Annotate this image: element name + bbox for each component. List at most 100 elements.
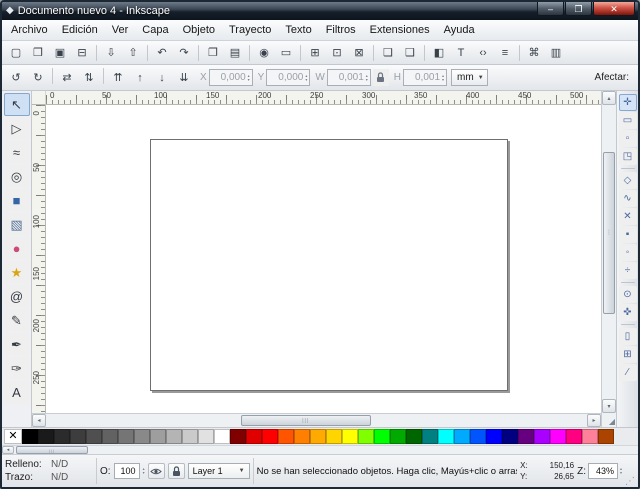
horizontal-scroll-thumb[interactable]: ||| xyxy=(241,415,371,426)
palette-swatch[interactable] xyxy=(374,429,390,444)
palette-swatch[interactable] xyxy=(294,429,310,444)
resize-grip[interactable]: ⋰ xyxy=(625,476,635,487)
palette-swatch[interactable] xyxy=(342,429,358,444)
snap-bbox-corners-icon[interactable]: ◳ xyxy=(619,148,637,165)
menu-edicion[interactable]: Edición xyxy=(55,21,105,39)
snap-rotation-centers-icon[interactable]: ✜ xyxy=(619,304,637,321)
unlink-clone-icon[interactable]: ⊠ xyxy=(349,43,369,63)
menu-ayuda[interactable]: Ayuda xyxy=(437,21,482,39)
flip-horizontal-icon[interactable]: ⇄ xyxy=(57,68,77,88)
save-document-icon[interactable]: ▣ xyxy=(50,43,70,63)
palette-swatch[interactable] xyxy=(486,429,502,444)
selector-tool[interactable]: ↖ xyxy=(4,93,30,116)
close-button[interactable]: ✕ xyxy=(593,2,635,16)
scroll-down-icon[interactable]: ▾ xyxy=(602,399,616,413)
palette-swatch[interactable] xyxy=(326,429,342,444)
palette-swatch[interactable] xyxy=(22,429,38,444)
menu-texto[interactable]: Texto xyxy=(278,21,318,39)
scroll-right-icon[interactable]: ▸ xyxy=(587,414,601,427)
snap-bbox-edges-icon[interactable]: ▫ xyxy=(619,130,637,147)
snap-smooth-nodes-icon[interactable]: ◦ xyxy=(619,244,637,261)
palette-swatch[interactable] xyxy=(310,429,326,444)
palette-scroll-thumb[interactable]: ||| xyxy=(16,446,88,454)
document-page[interactable] xyxy=(150,139,508,391)
horizontal-scroll-track[interactable]: ||| xyxy=(46,414,587,427)
undo-icon[interactable]: ↶ xyxy=(152,43,172,63)
ellipse-tool[interactable]: ● xyxy=(4,237,30,260)
palette-swatch[interactable] xyxy=(150,429,166,444)
pencil-tool[interactable]: ✎ xyxy=(4,309,30,332)
spiral-tool[interactable]: @ xyxy=(4,285,30,308)
palette-swatch[interactable] xyxy=(246,429,262,444)
palette-swatch[interactable] xyxy=(470,429,486,444)
snap-object-centers-icon[interactable]: ⊙ xyxy=(619,286,637,303)
top-ruler[interactable]: 050100150200250300350400450500 xyxy=(46,91,601,105)
box3d-tool[interactable]: ▧ xyxy=(4,213,30,236)
tweak-tool[interactable]: ≈ xyxy=(4,141,30,164)
palette-swatch[interactable] xyxy=(598,429,614,444)
group-icon[interactable]: ❏ xyxy=(378,43,398,63)
rotate-ccw-icon[interactable]: ↺ xyxy=(6,68,26,88)
palette-scroll-left-icon[interactable]: ◂ xyxy=(2,446,14,454)
x-input[interactable]: 0,000▴▾ xyxy=(209,69,253,86)
palette-scroll-track[interactable]: ||| xyxy=(14,446,638,454)
raise-to-top-icon[interactable]: ⇈ xyxy=(108,68,128,88)
palette-swatch[interactable] xyxy=(38,429,54,444)
units-dropdown[interactable]: mm ▼ xyxy=(451,69,488,86)
spinner-arrows-icon[interactable]: ▴▾ xyxy=(366,74,368,82)
menu-ver[interactable]: Ver xyxy=(105,21,136,39)
layer-visibility-eye-icon[interactable] xyxy=(148,463,165,479)
text-tool[interactable]: A xyxy=(4,381,30,404)
vertical-scroll-track[interactable]: ⋮ xyxy=(602,105,616,399)
palette-swatch[interactable] xyxy=(406,429,422,444)
snap-bbox-icon[interactable]: ▭ xyxy=(619,112,637,129)
spinner-arrows-icon[interactable]: ▴▾ xyxy=(143,467,145,475)
duplicate-icon[interactable]: ⊞ xyxy=(305,43,325,63)
palette-none-swatch[interactable]: ✕ xyxy=(4,429,22,444)
snap-page-border-icon[interactable]: ▯ xyxy=(619,328,637,345)
clone-icon[interactable]: ⊡ xyxy=(327,43,347,63)
palette-swatch[interactable] xyxy=(582,429,598,444)
opacity-input[interactable]: 100 xyxy=(114,463,140,479)
palette-swatch[interactable] xyxy=(86,429,102,444)
export-icon[interactable]: ⇧ xyxy=(123,43,143,63)
raise-icon[interactable]: ↑ xyxy=(130,68,150,88)
menu-filtros[interactable]: Filtros xyxy=(319,21,363,39)
y-input[interactable]: 0,000▴▾ xyxy=(266,69,310,86)
palette-swatch[interactable] xyxy=(198,429,214,444)
palette-swatch[interactable] xyxy=(358,429,374,444)
spinner-arrows-icon[interactable]: ▴▾ xyxy=(248,74,250,82)
menu-capa[interactable]: Capa xyxy=(135,21,175,39)
import-icon[interactable]: ⇩ xyxy=(101,43,121,63)
height-input[interactable]: 0,001▴▾ xyxy=(403,69,447,86)
snap-cusp-nodes-icon[interactable]: ▪ xyxy=(619,226,637,243)
layer-dropdown[interactable]: Layer 1 ▼ xyxy=(188,463,250,479)
document-properties-icon[interactable]: ▥ xyxy=(546,43,566,63)
calligraphy-tool[interactable]: ✑ xyxy=(4,357,30,380)
palette-swatch[interactable] xyxy=(102,429,118,444)
redo-icon[interactable]: ↷ xyxy=(174,43,194,63)
lower-to-bottom-icon[interactable]: ⇊ xyxy=(174,68,194,88)
palette-swatch[interactable] xyxy=(518,429,534,444)
paste-icon[interactable]: ▤ xyxy=(225,43,245,63)
palette-swatch[interactable] xyxy=(278,429,294,444)
star-tool[interactable]: ★ xyxy=(4,261,30,284)
palette-swatch[interactable] xyxy=(550,429,566,444)
palette-swatch[interactable] xyxy=(214,429,230,444)
palette-swatch[interactable] xyxy=(534,429,550,444)
copy-icon[interactable]: ❐ xyxy=(203,43,223,63)
vertical-scroll-thumb[interactable]: ⋮ xyxy=(603,152,615,314)
print-icon[interactable]: ⊟ xyxy=(72,43,92,63)
spinner-arrows-icon[interactable]: ▴▾ xyxy=(620,467,622,475)
palette-swatch[interactable] xyxy=(422,429,438,444)
spinner-arrows-icon[interactable]: ▴▾ xyxy=(442,74,444,82)
snap-intersections-icon[interactable]: ✕ xyxy=(619,208,637,225)
palette-swatch[interactable] xyxy=(118,429,134,444)
palette-swatch[interactable] xyxy=(438,429,454,444)
lower-icon[interactable]: ↓ xyxy=(152,68,172,88)
rotate-cw-icon[interactable]: ↻ xyxy=(28,68,48,88)
layer-lock-icon[interactable] xyxy=(168,463,185,479)
scroll-up-icon[interactable]: ▴ xyxy=(602,91,616,105)
spinner-arrows-icon[interactable]: ▴▾ xyxy=(305,74,307,82)
minimize-button[interactable]: – xyxy=(537,2,564,16)
